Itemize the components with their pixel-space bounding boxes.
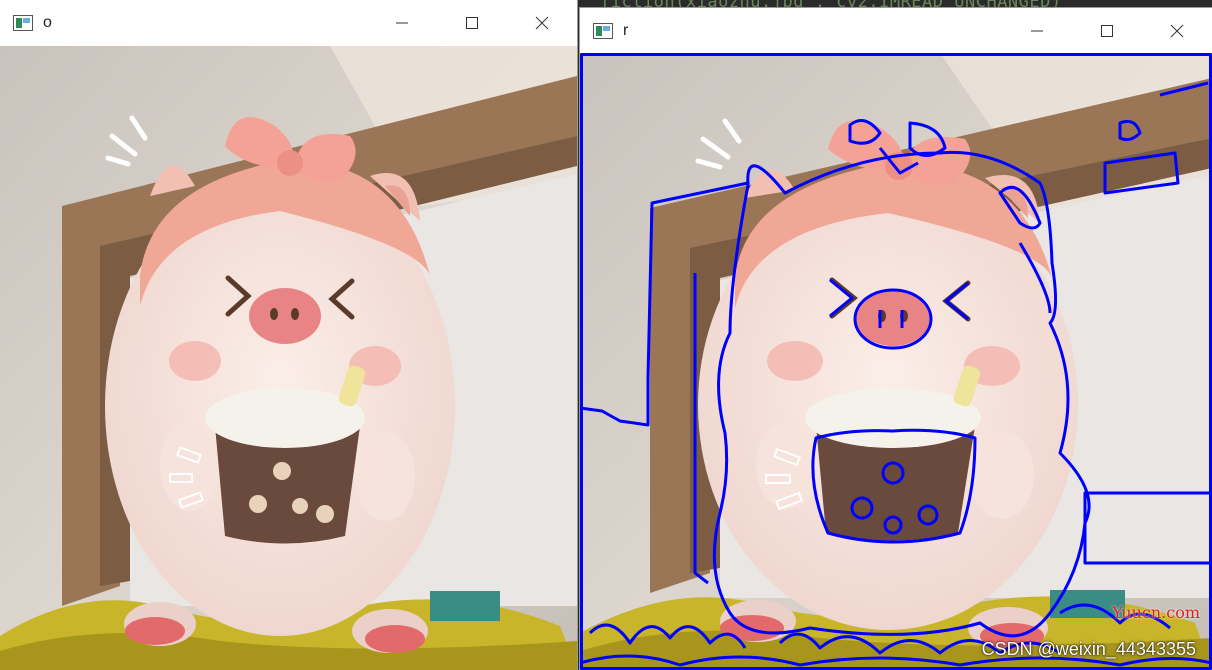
window-title: o	[43, 14, 52, 31]
close-icon	[535, 16, 549, 30]
close-button[interactable]	[1142, 8, 1212, 54]
opencv-window-icon	[593, 22, 613, 39]
opencv-window-icon	[13, 15, 33, 31]
maximize-button[interactable]	[437, 0, 507, 46]
minimize-button[interactable]	[1002, 8, 1072, 54]
site-watermark: Yuucn.com	[1112, 603, 1200, 622]
image-canvas	[0, 46, 577, 670]
minimize-icon	[1031, 30, 1043, 32]
desktop: fiction(xiaozhu.jpg', cv2.IMREAD_UNCHANG…	[0, 0, 1212, 670]
csdn-watermark: CSDN @weixin_44343355	[981, 639, 1196, 659]
image-canvas: Yuucn.com CSDN @weixin_44343355	[580, 53, 1212, 670]
titlebar[interactable]: o	[0, 0, 577, 46]
titlebar[interactable]: r	[580, 8, 1212, 53]
image-window-r[interactable]: r Yuucn.com CSDN @weixin_44343355	[580, 8, 1212, 670]
maximize-icon	[1101, 25, 1113, 37]
window-title: r	[623, 21, 629, 39]
minimize-button[interactable]	[367, 0, 437, 46]
image-window-o[interactable]: o	[0, 0, 577, 670]
maximize-button[interactable]	[1072, 8, 1142, 54]
close-icon	[1170, 24, 1184, 38]
close-button[interactable]	[507, 0, 577, 46]
maximize-icon	[466, 17, 478, 29]
plush-pig-photo	[0, 46, 577, 670]
contour-overlay-photo	[580, 53, 1212, 670]
minimize-icon	[396, 22, 408, 24]
